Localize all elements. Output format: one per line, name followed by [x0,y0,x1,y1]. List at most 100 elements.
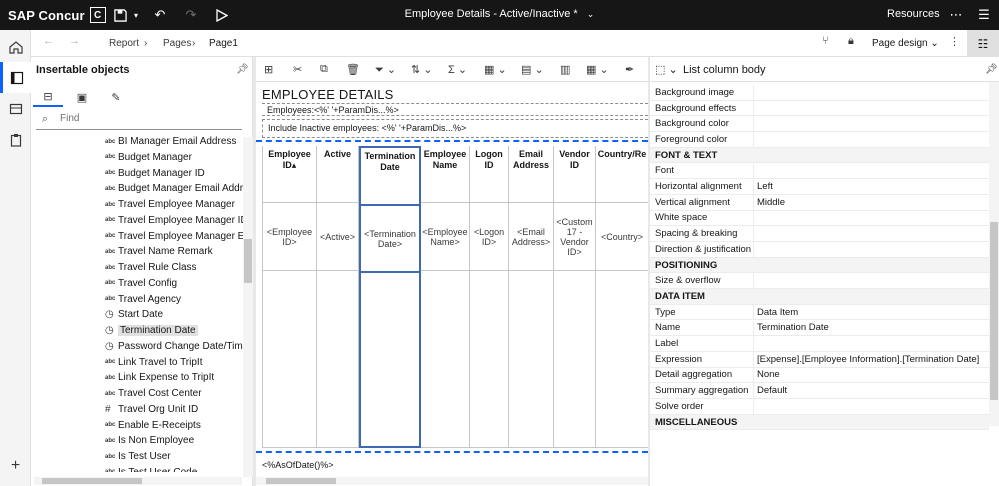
property-row[interactable]: Background image [650,85,989,101]
eyedropper-icon[interactable]: ✒ [625,63,634,76]
tree-item[interactable]: abcIs Test User Code [105,465,197,472]
report-heading[interactable]: EMPLOYEE DETAILS [262,87,394,102]
list-column[interactable]: Active <Active> [317,146,359,448]
property-row[interactable]: Font [650,163,989,180]
tree-item[interactable]: abcBudget Manager Email Address [105,181,244,196]
property-row[interactable]: Summary aggregation Default [650,383,989,399]
property-value[interactable]: Left [754,181,773,192]
property-row[interactable]: Vertical alignment Middle [650,194,989,211]
employees-parameter-text[interactable]: Employees:<%' '+ParamDis...%> [262,103,648,116]
property-row[interactable]: Background color [650,116,989,133]
column-header[interactable]: Active [317,146,358,202]
title-chevron-down-icon[interactable]: ⌄ [587,9,595,19]
list-column[interactable]: Termination Date <Termination Date> [359,146,421,448]
column-header[interactable]: Employee Name [421,146,469,202]
property-row[interactable]: Direction & justification [650,242,989,258]
tree-item[interactable]: abc Is Non Employee [105,433,194,448]
column-header[interactable]: Country/Re [596,146,648,202]
property-value[interactable]: Default [754,385,787,396]
copy-icon[interactable]: ⧉ [320,63,328,76]
list-column[interactable]: Employee ID▴ <Employee ID> [263,146,317,448]
property-row[interactable]: Detail aggregation None [650,367,989,384]
more-icon[interactable]: ⋯ [947,6,965,24]
property-value[interactable]: Middle [754,197,785,208]
more-vertical-icon[interactable]: ⋮ [949,35,960,48]
property-value[interactable]: [Expense].[Employee Information].[Termin… [754,354,979,365]
tree-item[interactable]: abc Travel Employee Manager [105,197,235,212]
list-column[interactable]: Country/Re <Country> [596,146,648,448]
tree-horizontal-scrollbar[interactable] [34,477,242,485]
property-value[interactable]: Termination Date [754,322,829,333]
page-design-dropdown[interactable]: Page design ⌄ [872,38,939,49]
property-row[interactable]: Type Data Item [650,304,989,321]
columns-icon[interactable]: ▥ [560,63,570,76]
property-row[interactable]: Horizontal alignment Left [650,179,989,195]
list-column[interactable]: Email Address <Email Address> [509,146,554,448]
column-header[interactable]: Email Address [509,146,553,202]
column-body[interactable]: <Termination Date> [361,204,419,273]
property-row[interactable]: White space [650,210,989,227]
column-body[interactable]: <Employee Name> [421,202,469,271]
save-dropdown-icon[interactable]: ▾ [127,6,145,24]
property-row[interactable]: Background effects [650,100,989,117]
list-column[interactable]: Employee Name <Employee Name> [421,146,470,448]
property-row[interactable]: Spacing & breaking [650,226,989,242]
select-ancestor-icon[interactable]: ⬚ ⌄ [655,63,678,76]
list-table[interactable]: Employee ID▴ <Employee ID> Active <Active> T… [262,146,648,448]
tree-item[interactable]: abc Travel Agency [105,292,181,307]
tree-item[interactable]: abc Budget Manager [105,150,192,165]
tree-item[interactable]: abc Travel Rule Class [105,260,197,275]
tree-item[interactable]: abc Travel Config [105,276,177,291]
search-input[interactable] [60,113,230,124]
property-row[interactable]: Expression [Expense].[Employee Informatio… [650,351,989,368]
scrollbar-thumb[interactable] [266,478,336,484]
tree-item[interactable]: abcTravel Employee Manager Email [105,229,244,244]
scrollbar-thumb[interactable] [42,478,142,484]
properties-vertical-scrollbar[interactable] [989,82,999,426]
column-body[interactable]: <Employee ID> [263,202,316,271]
group-icon[interactable]: ▦ ⌄ [484,63,507,76]
tree-item[interactable]: abc Link Expense to TripIt [105,370,214,385]
property-row[interactable]: Name Termination Date [650,320,989,337]
inactive-parameter-text[interactable]: Include Inactive employees: <%' '+ParamD… [262,119,648,138]
tree-item[interactable]: abc Travel Cost Center [105,386,202,401]
property-row[interactable]: Size & overflow [650,273,989,290]
cut-icon[interactable]: ✂ [293,63,302,76]
clipboard-icon[interactable] [0,124,31,155]
as-of-date-text[interactable]: <%AsOfDate()%> [262,460,334,470]
tree-item[interactable]: abc BI Manager Email Address [105,134,236,149]
tree-item[interactable]: # Travel Org Unit ID [105,402,198,417]
column-body[interactable]: <Logon ID> [470,202,508,271]
delete-icon[interactable]: 🗑︎ [346,63,360,76]
column-body[interactable]: <Active> [317,202,358,271]
breadcrumb-report[interactable]: Report [109,38,139,49]
tree-item[interactable]: abc Travel Employee Manager ID [105,213,244,228]
property-section-header[interactable]: POSITIONING [650,257,989,274]
report-title[interactable]: Employee Details - Active/Inactive * [405,8,578,20]
format-painter-icon[interactable]: ⊞ [264,63,273,76]
breadcrumb-page1[interactable]: Page1 [209,38,238,49]
run-icon[interactable] [213,6,231,24]
tree-item[interactable]: abc Budget Manager ID [105,166,205,181]
scrollbar-thumb[interactable] [990,222,998,400]
tree-item[interactable]: abc Link Travel to TripIt [105,355,202,370]
summarize-icon[interactable]: Σ ⌄ [448,63,467,76]
column-header[interactable]: Employee ID▴ [263,146,316,202]
column-header[interactable]: Termination Date [361,148,419,204]
tree-item[interactable]: abc Is Test User [105,449,171,464]
property-row[interactable]: Label [650,336,989,352]
forward-arrow-icon[interactable]: → [69,35,80,47]
tree-vertical-scrollbar[interactable] [243,137,253,477]
back-arrow-icon[interactable]: ← [43,35,54,47]
property-value[interactable]: None [754,369,780,380]
list-column[interactable]: Vendor ID <Custom 17 - Vendor ID> [554,146,596,448]
property-section-header[interactable]: DATA ITEM [650,289,989,305]
resources-button[interactable]: Resources [887,8,940,20]
property-row[interactable]: Foreground color [650,132,989,148]
tree-item[interactable]: ◷ Start Date [105,307,163,322]
property-section-header[interactable]: FONT & TEXT [650,147,989,164]
tree-item[interactable]: ◷ Termination Date [105,323,198,338]
column-body[interactable]: <Custom 17 - Vendor ID> [554,202,595,271]
sort-icon[interactable]: ⇅ ⌄ [411,63,433,76]
insert-table-icon[interactable]: ▦ ⌄ [586,63,609,76]
